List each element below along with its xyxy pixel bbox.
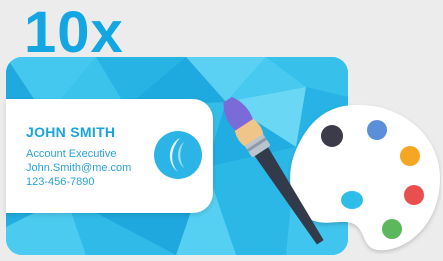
- contact-title: Account Executive: [26, 148, 117, 160]
- contact-name: JOHN SMITH: [26, 124, 116, 140]
- multiplier-heading: 10x: [24, 0, 124, 65]
- contact-phone: 123-456-7890: [26, 176, 95, 188]
- business-card-front: JOHN SMITH Account Executive John.Smith@…: [6, 99, 213, 213]
- contact-email: John.Smith@me.com: [26, 162, 132, 174]
- paintbrush-icon: [223, 96, 324, 245]
- circle-logo-icon: [154, 131, 202, 179]
- business-card-illustration: 10x JOHN SMITH Account Executive John.Sm…: [0, 0, 443, 261]
